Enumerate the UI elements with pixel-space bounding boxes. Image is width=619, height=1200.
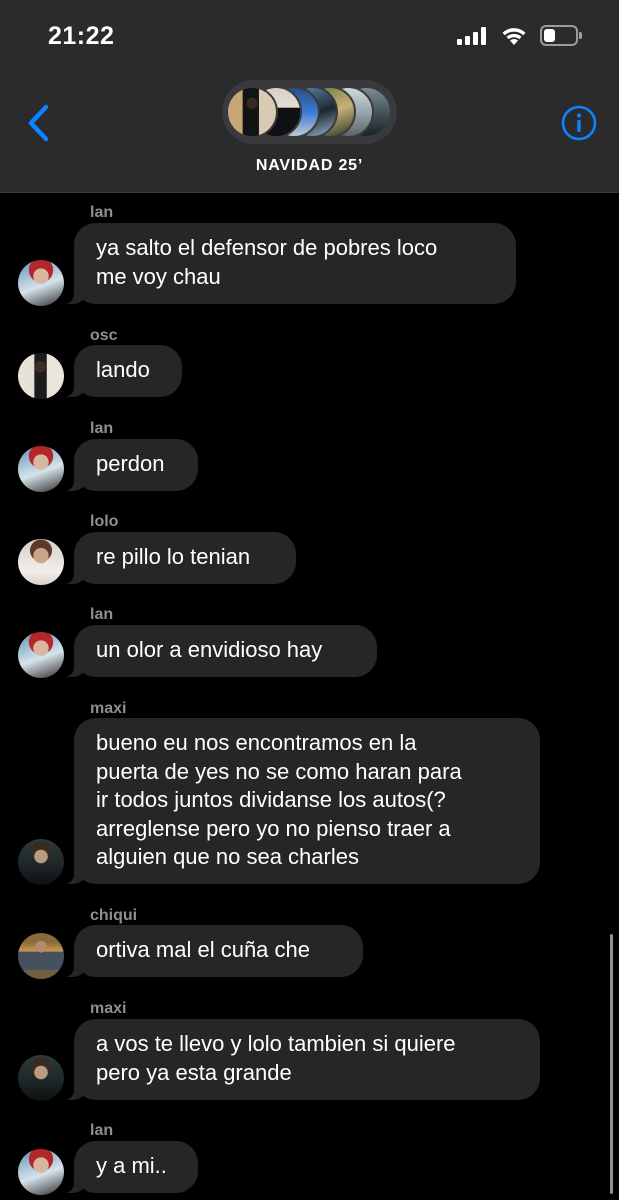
info-button[interactable] (560, 104, 598, 142)
sender-name: lolo (90, 513, 119, 530)
avatar[interactable] (18, 632, 64, 678)
sender-name: lan (90, 420, 114, 437)
avatar[interactable] (18, 933, 64, 979)
avatar[interactable] (18, 839, 64, 885)
avatar[interactable] (18, 446, 64, 492)
wifi-icon (502, 28, 526, 45)
message-bubble[interactable]: y a mi.. (63, 1141, 198, 1193)
avatar[interactable] (18, 1055, 64, 1101)
avatar[interactable] (18, 1149, 64, 1195)
message-list[interactable]: lan ya salto el defensor de pobres loco … (0, 194, 619, 1200)
group-name[interactable]: NAVIDAD 25’ (0, 157, 619, 175)
message-bubble[interactable]: ya salto el defensor de pobres loco me v… (63, 223, 516, 304)
chat-header: 21:22 NAVIDAD 25’ (0, 0, 619, 193)
avatar[interactable] (18, 353, 64, 399)
message-bubble[interactable]: a vos te llevo y lolo tambien si quiere … (63, 1019, 540, 1100)
sender-name: lan (90, 1122, 114, 1139)
avatar[interactable] (18, 539, 64, 585)
status-time: 21:22 (48, 22, 115, 50)
avatar[interactable] (18, 260, 64, 306)
sender-name: maxi (90, 1000, 127, 1017)
sender-name: osc (90, 327, 118, 344)
message-bubble[interactable]: perdon (63, 439, 198, 491)
group-avatar-stack[interactable] (222, 80, 397, 144)
sender-name: lan (90, 606, 114, 623)
message-bubble[interactable]: lando (63, 345, 182, 397)
back-button[interactable] (24, 101, 54, 145)
message-bubble[interactable]: ortiva mal el cuña che (63, 925, 363, 977)
message-bubble[interactable]: un olor a envidioso hay (63, 625, 377, 677)
sender-name: lan (90, 204, 114, 221)
battery-icon (540, 25, 582, 46)
sender-name: maxi (90, 700, 127, 717)
group-avatar (226, 86, 278, 138)
scrollbar[interactable] (610, 934, 613, 1194)
cellular-signal-icon (457, 27, 489, 45)
message-bubble[interactable]: bueno eu nos encontramos en la puerta de… (63, 718, 540, 884)
message-bubble[interactable]: re pillo lo tenian (63, 532, 296, 584)
sender-name: chiqui (90, 907, 138, 924)
